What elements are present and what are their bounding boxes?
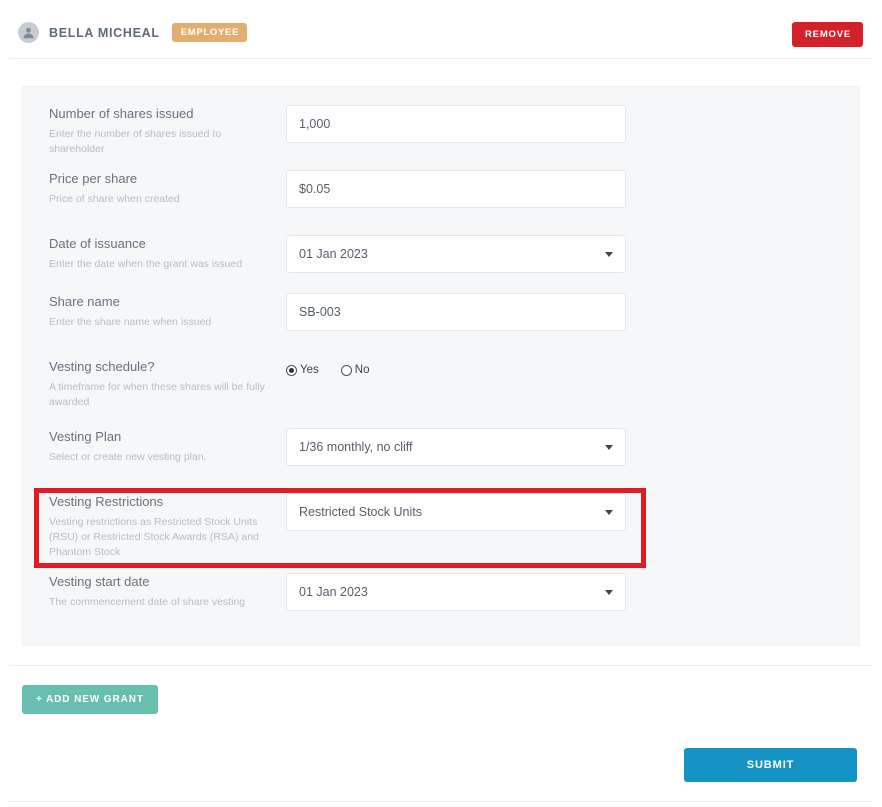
shareholder-header: BELLA MICHEAL EMPLOYEE REMOVE: [9, 7, 873, 59]
field-hint-vesting_plan: Select or create new vesting plan.: [49, 451, 207, 463]
field-control-col-vesting_schedule: Yes No: [286, 358, 626, 410]
field-label-vesting_restrictions: Vesting Restrictions: [49, 494, 164, 509]
remove-button[interactable]: REMOVE: [792, 22, 863, 47]
field-row-share_name: Share name Enter the share name when issu…: [23, 293, 859, 331]
add-new-grant-button[interactable]: + ADD NEW GRANT: [22, 685, 158, 714]
field-row-vesting_schedule: Vesting schedule? A timeframe for when th…: [23, 358, 859, 410]
field-row-shares_issued: Number of shares issued Enter the number …: [23, 105, 859, 157]
vesting_plan-select[interactable]: 1/36 monthly, no cliff: [286, 428, 626, 466]
vesting_schedule-radio-label-no: No: [354, 364, 370, 376]
field-label-col-shares_issued: Number of shares issued Enter the number …: [23, 105, 286, 157]
field-hint-vesting_restrictions: Vesting restrictions as Restricted Stock…: [49, 516, 259, 558]
share_name-input[interactable]: SB-003: [286, 293, 626, 331]
chevron-down-icon: [605, 510, 613, 515]
field-label-col-price_per_share: Price per share Price of share when creat…: [23, 170, 286, 208]
field-control-col-vesting_start_date: 01 Jan 2023: [286, 573, 626, 611]
field-row-vesting_start_date: Vesting start date The commencement date …: [23, 573, 859, 611]
field-label-date_of_issuance: Date of issuance: [49, 236, 146, 251]
field-hint-vesting_start_date: The commencement date of share vesting: [49, 596, 246, 608]
vesting_restrictions-selected-value: Restricted Stock Units: [299, 505, 422, 519]
date_of_issuance-selected-value: 01 Jan 2023: [299, 247, 368, 261]
footer-divider: [9, 665, 873, 666]
field-label-col-vesting_restrictions: Vesting Restrictions Vesting restrictions…: [23, 493, 286, 560]
date_of_issuance-select[interactable]: 01 Jan 2023: [286, 235, 626, 273]
page-bottom-edge: [9, 801, 873, 802]
chevron-down-icon: [605, 445, 613, 450]
vesting_schedule-radio-no[interactable]: No: [340, 364, 370, 376]
field-label-col-vesting_start_date: Vesting start date The commencement date …: [23, 573, 286, 611]
role-badge: EMPLOYEE: [171, 23, 248, 42]
field-label-share_name: Share name: [49, 294, 120, 309]
chevron-down-icon: [605, 252, 613, 257]
field-hint-vesting_schedule: A timeframe for when these shares will b…: [49, 381, 265, 408]
field-label-vesting_schedule: Vesting schedule?: [49, 359, 155, 374]
field-hint-price_per_share: Price of share when created: [49, 193, 180, 205]
shares_issued-input[interactable]: 1,000: [286, 105, 626, 143]
vesting_schedule-radio-group: Yes No: [286, 358, 626, 382]
vesting_start_date-selected-value: 01 Jan 2023: [299, 585, 368, 599]
field-control-col-share_name: SB-003: [286, 293, 626, 331]
shareholder-identity: BELLA MICHEAL EMPLOYEE: [18, 22, 248, 43]
radio-yes-icon: [286, 364, 297, 376]
field-label-vesting_start_date: Vesting start date: [49, 574, 150, 589]
field-hint-share_name: Enter the share name when issued: [49, 316, 212, 328]
field-label-col-vesting_plan: Vesting Plan Select or create new vesting…: [23, 428, 286, 466]
field-row-date_of_issuance: Date of issuance Enter the date when the …: [23, 235, 859, 273]
field-label-vesting_plan: Vesting Plan: [49, 429, 122, 444]
field-control-col-vesting_restrictions: Restricted Stock Units: [286, 493, 626, 560]
field-row-vesting_plan: Vesting Plan Select or create new vesting…: [23, 428, 859, 466]
field-label-col-share_name: Share name Enter the share name when issu…: [23, 293, 286, 331]
field-label-shares_issued: Number of shares issued: [49, 106, 194, 121]
grant-details-page: BELLA MICHEAL EMPLOYEE REMOVE Number of …: [0, 0, 882, 807]
field-control-col-date_of_issuance: 01 Jan 2023: [286, 235, 626, 273]
field-row-vesting_restrictions: Vesting Restrictions Vesting restrictions…: [23, 493, 859, 560]
field-control-col-vesting_plan: 1/36 monthly, no cliff: [286, 428, 626, 466]
shareholder-name: BELLA MICHEAL: [49, 25, 160, 40]
field-hint-date_of_issuance: Enter the date when the grant was issued: [49, 258, 243, 270]
vesting_schedule-radio-label-yes: Yes: [300, 364, 319, 376]
vesting_start_date-select[interactable]: 01 Jan 2023: [286, 573, 626, 611]
field-hint-shares_issued: Enter the number of shares issued to sha…: [49, 128, 222, 155]
user-avatar-icon: [18, 22, 39, 43]
field-control-col-price_per_share: $0.05: [286, 170, 626, 208]
grant-form-panel: Number of shares issued Enter the number …: [22, 86, 860, 646]
vesting_restrictions-select[interactable]: Restricted Stock Units: [286, 493, 626, 531]
chevron-down-icon: [605, 590, 613, 595]
field-label-col-date_of_issuance: Date of issuance Enter the date when the …: [23, 235, 286, 273]
vesting_schedule-radio-yes[interactable]: Yes: [286, 364, 319, 376]
field-label-price_per_share: Price per share: [49, 171, 138, 186]
field-label-col-vesting_schedule: Vesting schedule? A timeframe for when th…: [23, 358, 286, 410]
radio-no-icon: [340, 364, 352, 376]
vesting_plan-selected-value: 1/36 monthly, no cliff: [299, 440, 413, 454]
field-control-col-shares_issued: 1,000: [286, 105, 626, 157]
price_per_share-input[interactable]: $0.05: [286, 170, 626, 208]
field-row-price_per_share: Price per share Price of share when creat…: [23, 170, 859, 208]
submit-button[interactable]: SUBMIT: [684, 748, 857, 782]
